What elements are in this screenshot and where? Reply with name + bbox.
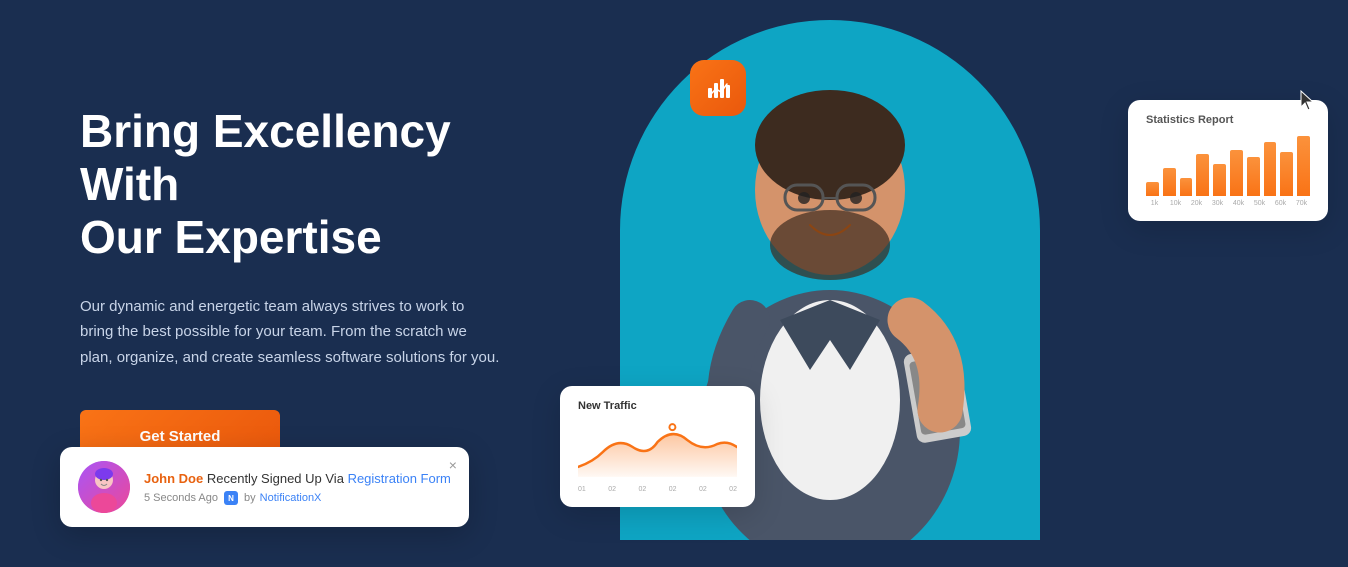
stat-label: 10k — [1167, 200, 1184, 207]
stats-labels: 1k 10k 20k 30k 40k 50k 60k 70k — [1146, 200, 1310, 207]
traffic-title: New Traffic — [578, 400, 737, 412]
traffic-chart-svg — [578, 422, 737, 477]
notification-link: Registration Form — [348, 471, 451, 486]
notification-card: John Doe Recently Signed Up Via Registra… — [60, 447, 469, 527]
notification-time: 5 Seconds Ago N by NotificationX — [144, 491, 451, 505]
stat-bar — [1163, 168, 1176, 196]
stat-label: 20k — [1188, 200, 1205, 207]
notification-brand: NotificationX — [260, 492, 322, 504]
notification-name: John Doe — [144, 471, 203, 486]
avatar — [78, 461, 130, 513]
stat-label: 1k — [1146, 200, 1163, 207]
main-description: Our dynamic and energetic team always st… — [80, 294, 500, 371]
stat-bar — [1280, 152, 1293, 196]
stats-bars — [1146, 136, 1310, 196]
stat-bar — [1230, 150, 1243, 196]
traffic-labels: 01 02 02 02 02 02 — [578, 486, 737, 493]
chart-icon-badge — [690, 60, 746, 116]
stat-bar — [1213, 164, 1226, 196]
traffic-label: 02 — [638, 486, 646, 493]
stat-label: 60k — [1272, 200, 1289, 207]
close-button[interactable]: × — [449, 457, 457, 473]
stat-label: 70k — [1293, 200, 1310, 207]
stat-label: 50k — [1251, 200, 1268, 207]
stats-card: Statistics Report 1k 10k 20k 30k 40k 50k 60k 70… — [1128, 100, 1328, 221]
stat-label: 30k — [1209, 200, 1226, 207]
traffic-label: 02 — [608, 486, 616, 493]
svg-text:N: N — [228, 494, 234, 503]
stat-bar — [1180, 178, 1193, 196]
traffic-label: 02 — [729, 486, 737, 493]
traffic-card: New Traffic 01 02 02 02 02 02 — [560, 386, 755, 507]
traffic-label: 01 — [578, 486, 586, 493]
traffic-label: 02 — [699, 486, 707, 493]
hero-section: Bring Excellency With Our Expertise Our … — [0, 0, 1348, 567]
right-content: Statistics Report 1k 10k 20k 30k 40k 50k 60k 70… — [580, 0, 1348, 567]
traffic-label: 02 — [669, 486, 677, 493]
stat-bar — [1146, 182, 1159, 196]
main-heading: Bring Excellency With Our Expertise — [80, 105, 500, 264]
bar-chart-icon — [704, 74, 732, 102]
stat-bar — [1247, 157, 1260, 196]
stat-bar — [1196, 154, 1209, 196]
stat-bar — [1297, 136, 1310, 196]
stats-title: Statistics Report — [1146, 114, 1310, 126]
stat-bar — [1264, 142, 1277, 196]
notification-text: John Doe Recently Signed Up Via Registra… — [144, 469, 451, 506]
stat-label: 40k — [1230, 200, 1247, 207]
